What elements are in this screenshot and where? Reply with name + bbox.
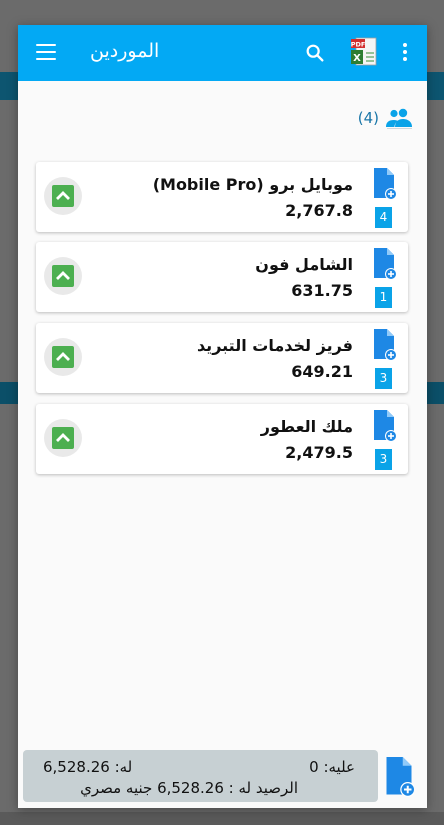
balance-total: الرصيد له : 6,528.26 جنيه مصري — [80, 779, 298, 797]
chevron-up-icon — [56, 191, 70, 200]
page-title: الموردين — [90, 40, 160, 62]
invoice-count-badge: 1 — [375, 287, 392, 308]
expand-button[interactable] — [44, 338, 82, 376]
supplier-card[interactable]: 1 الشامل فون 631.75 — [36, 242, 408, 312]
expand-button[interactable] — [44, 177, 82, 215]
expand-button[interactable] — [44, 257, 82, 295]
add-document-icon[interactable] — [372, 248, 396, 280]
pdf-excel-export-icon[interactable]: PDF X — [349, 37, 379, 67]
svg-text:X: X — [353, 53, 361, 64]
credit-total: له: 6,528.26 — [43, 758, 133, 776]
supplier-amount: 631.75 — [291, 281, 353, 300]
background-navbar — [0, 812, 444, 825]
supplier-amount: 2,479.5 — [285, 443, 353, 462]
supplier-name: الشامل فون — [255, 255, 353, 274]
supplier-name: ملك العطور — [260, 417, 353, 436]
supplier-card[interactable]: 4 موبايل برو (Mobile Pro) 2,767.8 — [36, 162, 408, 232]
debit-total: عليه: 0 — [309, 758, 355, 776]
supplier-name: موبايل برو (Mobile Pro) — [152, 175, 353, 194]
suppliers-dialog: الموردين PDF X (4) 4 موبايل برو (Mobile … — [18, 25, 427, 808]
add-document-icon[interactable] — [372, 168, 396, 200]
menu-icon[interactable] — [36, 44, 56, 60]
supplier-amount: 2,767.8 — [285, 201, 353, 220]
app-bar: الموردين PDF X — [18, 25, 427, 81]
expand-button[interactable] — [44, 419, 82, 457]
invoice-count-badge: 4 — [375, 207, 392, 228]
invoice-count-badge: 3 — [375, 449, 392, 470]
invoice-count-badge: 3 — [375, 368, 392, 389]
chevron-up-icon — [56, 352, 70, 361]
chevron-up-icon — [56, 271, 70, 280]
balance-summary: عليه: 0 له: 6,528.26 الرصيد له : 6,528.2… — [23, 750, 378, 802]
chevron-up-icon — [56, 433, 70, 442]
add-document-icon[interactable] — [372, 329, 396, 361]
add-document-icon[interactable] — [384, 757, 414, 797]
search-icon[interactable] — [304, 42, 326, 64]
suppliers-count: (4) — [357, 109, 379, 127]
supplier-card[interactable]: 3 فريز لخدمات التبريد 649.21 — [36, 323, 408, 393]
more-vertical-icon[interactable] — [402, 43, 408, 63]
supplier-card[interactable]: 3 ملك العطور 2,479.5 — [36, 404, 408, 474]
supplier-name: فريز لخدمات التبريد — [196, 336, 353, 355]
supplier-amount: 649.21 — [291, 362, 353, 381]
add-document-icon[interactable] — [372, 410, 396, 442]
people-icon — [386, 108, 412, 129]
svg-text:PDF: PDF — [351, 41, 366, 49]
suppliers-count-row: (4) — [358, 105, 413, 131]
